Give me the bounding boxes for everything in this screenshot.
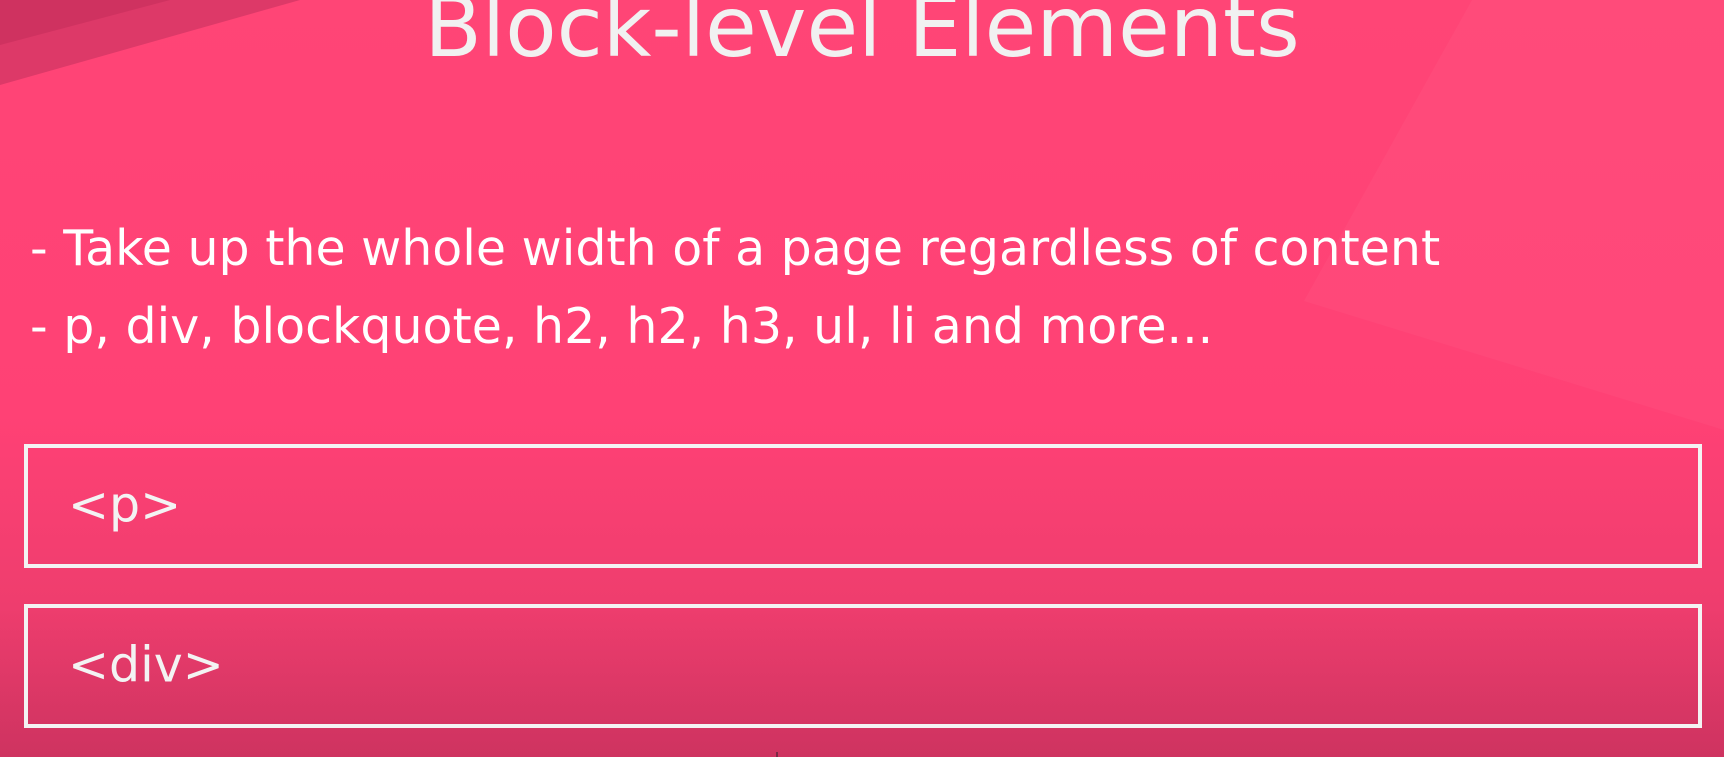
box-label: <div>	[68, 636, 224, 694]
box-label: <p>	[68, 476, 182, 534]
presentation-slide: Block-level Elements - Take up the whole…	[0, 0, 1724, 757]
bullet-item: - Take up the whole width of a page rega…	[30, 220, 1441, 277]
slide-title: Block-level Elements	[424, 0, 1300, 76]
block-element-box-div: <div>	[24, 604, 1702, 728]
block-element-box-p: <p>	[24, 444, 1702, 568]
mouse-cursor-mark	[776, 752, 778, 757]
bullet-list: - Take up the whole width of a page rega…	[30, 210, 1440, 366]
bullet-item: - p, div, blockquote, h2, h2, h3, ul, li…	[30, 298, 1214, 355]
